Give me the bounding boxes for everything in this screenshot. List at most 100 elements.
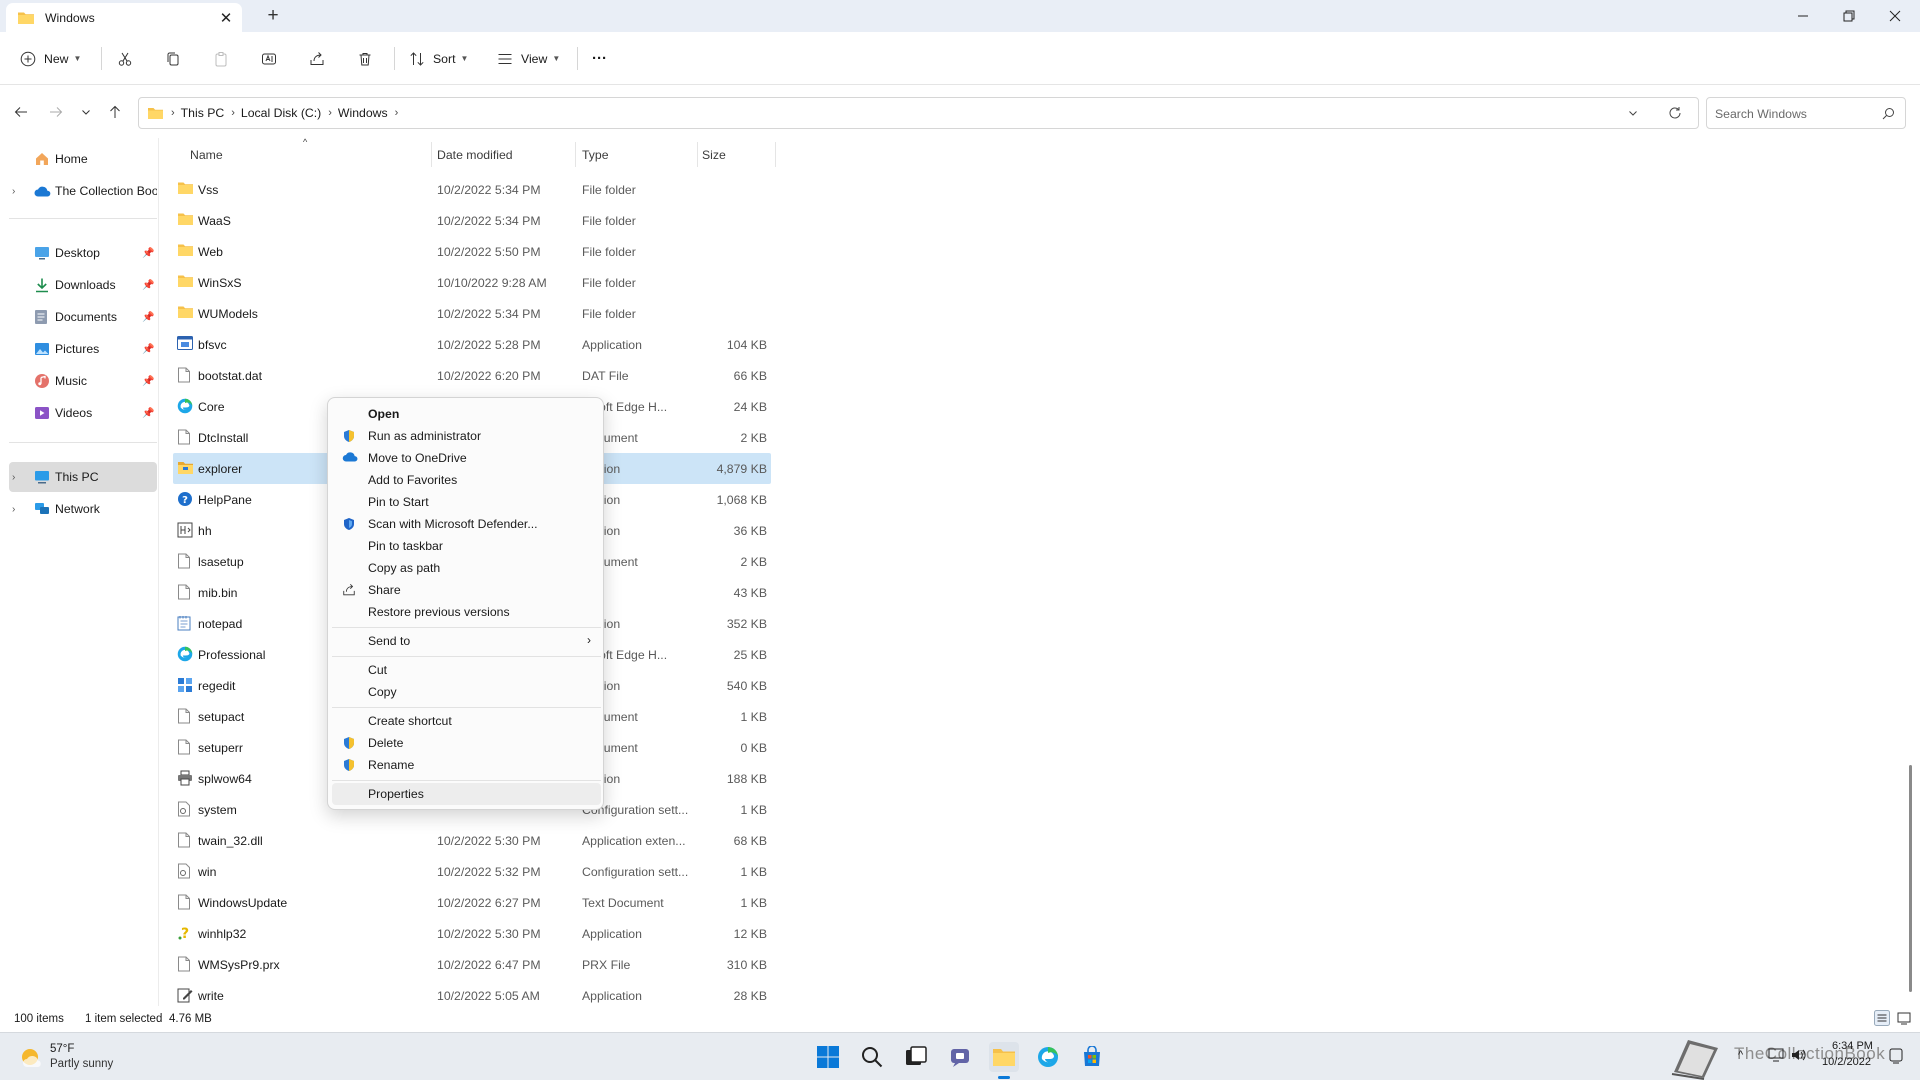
chevron-right-icon[interactable]: › (12, 504, 15, 515)
rename-button[interactable] (261, 32, 277, 85)
menu-item-pin-to-taskbar[interactable]: Pin to taskbar (332, 535, 601, 557)
clock-date[interactable]: 10/2/2022 (1822, 1056, 1871, 1068)
file-row[interactable]: WUModels 10/2/2022 5:34 PM File folder (173, 298, 771, 329)
file-row[interactable]: WindowsUpdate 10/2/2022 6:27 PM Text Docum… (173, 887, 771, 918)
start-button[interactable] (813, 1042, 843, 1072)
search-icon[interactable] (1882, 107, 1895, 120)
column-resizer[interactable] (775, 142, 776, 167)
sidebar-item-onedrive[interactable]: › The Collection Boo (9, 176, 157, 206)
more-options-button[interactable]: ··· (592, 32, 607, 85)
pin-icon[interactable]: 📌 (142, 344, 154, 355)
column-header-name[interactable]: Name (190, 148, 223, 162)
menu-item-share[interactable]: Share (332, 579, 601, 601)
tray-overflow-icon[interactable]: ^ (1738, 1049, 1743, 1061)
delete-button[interactable] (357, 32, 373, 85)
sidebar-item-downloads[interactable]: Downloads 📌 (9, 270, 157, 300)
file-row[interactable]: WMSysPr9.prx 10/2/2022 6:47 PM PRX File 310… (173, 949, 771, 980)
menu-item-copy[interactable]: Copy (332, 681, 601, 703)
minimize-button[interactable] (1780, 0, 1826, 32)
menu-item-properties[interactable]: Properties (332, 783, 601, 805)
teams-chat-button[interactable] (945, 1042, 975, 1072)
sidebar-item-home[interactable]: Home (9, 144, 157, 174)
sidebar-item-videos[interactable]: Videos 📌 (9, 398, 157, 428)
file-explorer-taskbar-button[interactable] (989, 1042, 1019, 1079)
notification-icon[interactable] (1889, 1048, 1903, 1064)
file-row[interactable]: ? winhlp32 10/2/2022 5:30 PM Application 12 … (173, 918, 771, 949)
refresh-icon[interactable] (1668, 106, 1682, 120)
back-button[interactable] (10, 101, 32, 123)
menu-item-rename[interactable]: Rename (332, 754, 601, 776)
column-header-size[interactable]: Size (702, 148, 726, 162)
column-header-type[interactable]: Type (582, 148, 609, 162)
menu-item-pin-to-start[interactable]: Pin to Start (332, 491, 601, 513)
sidebar-item-network[interactable]: › Network (9, 494, 157, 524)
file-row[interactable]: WinSxS 10/10/2022 9:28 AM File folder (173, 267, 771, 298)
pin-icon[interactable]: 📌 (142, 312, 154, 323)
address-history-icon[interactable] (1628, 108, 1638, 118)
menu-item-send-to[interactable]: Send to › (332, 630, 601, 652)
breadcrumb-local-disk[interactable]: Local Disk (C:) (241, 106, 321, 120)
tab-windows[interactable]: Windows ✕ (6, 3, 242, 32)
file-row[interactable]: Vss 10/2/2022 5:34 PM File folder (173, 174, 771, 205)
menu-item-run-as-administrator[interactable]: Run as administrator (332, 425, 601, 447)
chevron-right-icon[interactable]: › (395, 107, 399, 119)
pin-icon[interactable]: 📌 (142, 408, 154, 419)
tiles-view-button[interactable] (1896, 1010, 1912, 1026)
cut-button[interactable] (117, 32, 133, 85)
file-row[interactable]: WaaS 10/2/2022 5:34 PM File folder (173, 205, 771, 236)
taskbar-search-button[interactable] (857, 1042, 887, 1072)
file-row[interactable]: bfsvc 10/2/2022 5:28 PM Application 104 KB (173, 329, 771, 360)
sidebar-item-desktop[interactable]: Desktop 📌 (9, 238, 157, 268)
speaker-icon[interactable] (1790, 1048, 1806, 1062)
menu-item-cut[interactable]: Cut (332, 659, 601, 681)
paste-button[interactable] (213, 32, 229, 85)
vertical-scrollbar[interactable] (1909, 765, 1912, 992)
forward-button[interactable] (45, 101, 67, 123)
restore-button[interactable] (1826, 0, 1872, 32)
menu-item-create-shortcut[interactable]: Create shortcut (332, 710, 601, 732)
new-button[interactable]: New ▼ (20, 32, 81, 85)
sidebar-item-pictures[interactable]: Pictures 📌 (9, 334, 157, 364)
recent-locations-button[interactable] (75, 101, 97, 123)
file-row[interactable]: bootstat.dat 10/2/2022 6:20 PM DAT File 66 … (173, 360, 771, 391)
close-tab-icon[interactable]: ✕ (218, 10, 234, 27)
chevron-right-icon[interactable]: › (231, 107, 235, 119)
menu-item-restore-previous-versions[interactable]: Restore previous versions (332, 601, 601, 623)
chevron-right-icon[interactable]: › (12, 186, 15, 197)
pane-divider[interactable] (158, 138, 159, 1026)
pin-icon[interactable]: 📌 (142, 376, 154, 387)
copy-button[interactable] (165, 32, 181, 85)
new-tab-button[interactable]: + (264, 6, 282, 26)
column-resizer[interactable] (575, 142, 576, 167)
close-window-button[interactable] (1872, 0, 1918, 32)
menu-item-scan-defender[interactable]: Scan with Microsoft Defender... (332, 513, 601, 535)
search-box[interactable]: Search Windows (1706, 97, 1906, 129)
clock-time[interactable]: 6:34 PM (1832, 1040, 1873, 1052)
column-resizer[interactable] (431, 142, 432, 167)
pin-icon[interactable]: 📌 (142, 248, 154, 259)
view-button[interactable]: View ▼ (497, 32, 560, 85)
share-button[interactable] (309, 32, 325, 85)
breadcrumb-this-pc[interactable]: This PC (181, 106, 225, 120)
column-resizer[interactable] (697, 142, 698, 167)
chevron-right-icon[interactable]: › (12, 472, 15, 483)
sidebar-item-this-pc[interactable]: › This PC (9, 462, 157, 492)
file-row[interactable]: win 10/2/2022 5:32 PM Configuration sett..… (173, 856, 771, 887)
sidebar-item-music[interactable]: Music 📌 (9, 366, 157, 396)
sidebar-item-documents[interactable]: Documents 📌 (9, 302, 157, 332)
sort-button[interactable]: Sort ▼ (409, 32, 468, 85)
chevron-right-icon[interactable]: › (328, 107, 332, 119)
menu-item-delete[interactable]: Delete (332, 732, 601, 754)
edge-taskbar-button[interactable] (1033, 1042, 1063, 1072)
details-view-button[interactable] (1874, 1010, 1890, 1026)
file-row[interactable]: Web 10/2/2022 5:50 PM File folder (173, 236, 771, 267)
task-view-button[interactable] (901, 1042, 931, 1072)
column-header-date[interactable]: Date modified (437, 148, 513, 162)
menu-item-move-to-onedrive[interactable]: Move to OneDrive (332, 447, 601, 469)
up-button[interactable] (104, 101, 126, 123)
address-bar[interactable]: › This PC › Local Disk (C:) › Windows › (138, 97, 1699, 129)
menu-item-open[interactable]: Open (332, 403, 601, 425)
breadcrumb-windows[interactable]: Windows (338, 106, 388, 120)
file-row[interactable]: twain_32.dll 10/2/2022 5:30 PM Application… (173, 825, 771, 856)
menu-item-copy-as-path[interactable]: Copy as path (332, 557, 601, 579)
